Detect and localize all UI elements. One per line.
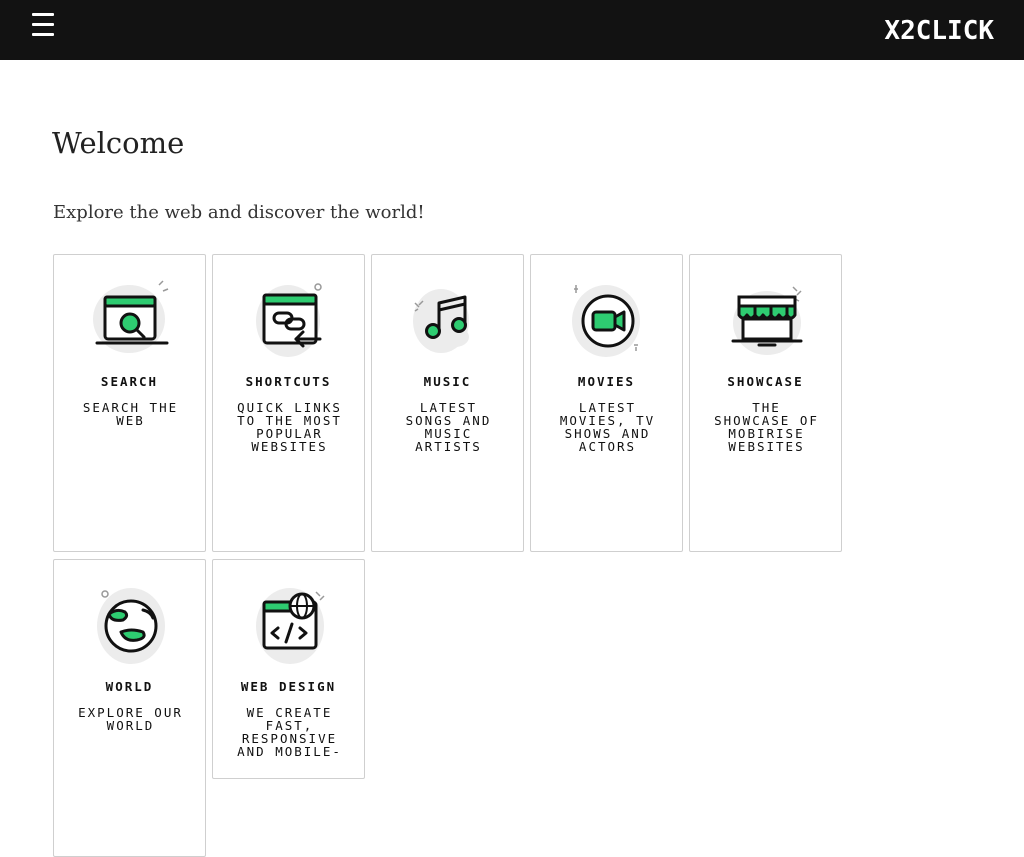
card-description: LATEST MOVIES, TV SHOWS AND ACTORS	[559, 400, 656, 454]
card-title: MUSIC	[423, 374, 472, 389]
page-title: Welcome	[52, 126, 185, 160]
search-window-icon	[91, 279, 171, 363]
card-title: SHOWCASE	[727, 374, 804, 389]
music-note-icon	[409, 279, 489, 363]
card-title: SEARCH	[100, 374, 159, 389]
card-world[interactable]: WORLD EXPLORE OUR WORLD	[53, 559, 206, 857]
card-description: THE SHOWCASE OF MOBIRISE WEBSITES	[714, 400, 819, 454]
card-description: LATEST SONGS AND MUSIC ARTISTS	[405, 400, 492, 454]
code-window-icon	[250, 584, 330, 668]
card-web-design[interactable]: WEB DESIGN WE CREATE FAST, RESPONSIVE AN…	[212, 559, 365, 779]
card-title: WORLD	[105, 679, 154, 694]
brand-logo[interactable]: X2CLICK	[884, 15, 994, 47]
card-title: MOVIES	[577, 374, 636, 389]
card-title: WEB DESIGN	[240, 679, 337, 694]
page-subtitle: Explore the web and discover the world!	[53, 202, 425, 223]
globe-icon	[91, 584, 171, 668]
card-description: SEARCH THE WEB	[82, 400, 179, 428]
card-description: QUICK LINKS TO THE MOST POPULAR WEBSITES	[237, 400, 342, 454]
link-window-icon	[250, 279, 330, 363]
card-search[interactable]: SEARCH SEARCH THE WEB	[53, 254, 206, 552]
top-navbar: X2CLICK	[0, 0, 1024, 60]
card-music[interactable]: MUSIC LATEST SONGS AND MUSIC ARTISTS	[371, 254, 524, 552]
card-movies[interactable]: MOVIES LATEST MOVIES, TV SHOWS AND ACTOR…	[530, 254, 683, 552]
card-description: WE CREATE FAST, RESPONSIVE AND MOBILE-	[237, 705, 342, 759]
storefront-icon	[727, 279, 807, 363]
card-shortcuts[interactable]: SHORTCUTS QUICK LINKS TO THE MOST POPULA…	[212, 254, 365, 552]
hamburger-menu-icon[interactable]	[32, 13, 54, 39]
card-showcase[interactable]: SHOWCASE THE SHOWCASE OF MOBIRISE WEBSIT…	[689, 254, 842, 552]
video-camera-icon	[568, 279, 648, 363]
card-title: SHORTCUTS	[245, 374, 332, 389]
card-description: EXPLORE OUR WORLD	[78, 705, 183, 733]
